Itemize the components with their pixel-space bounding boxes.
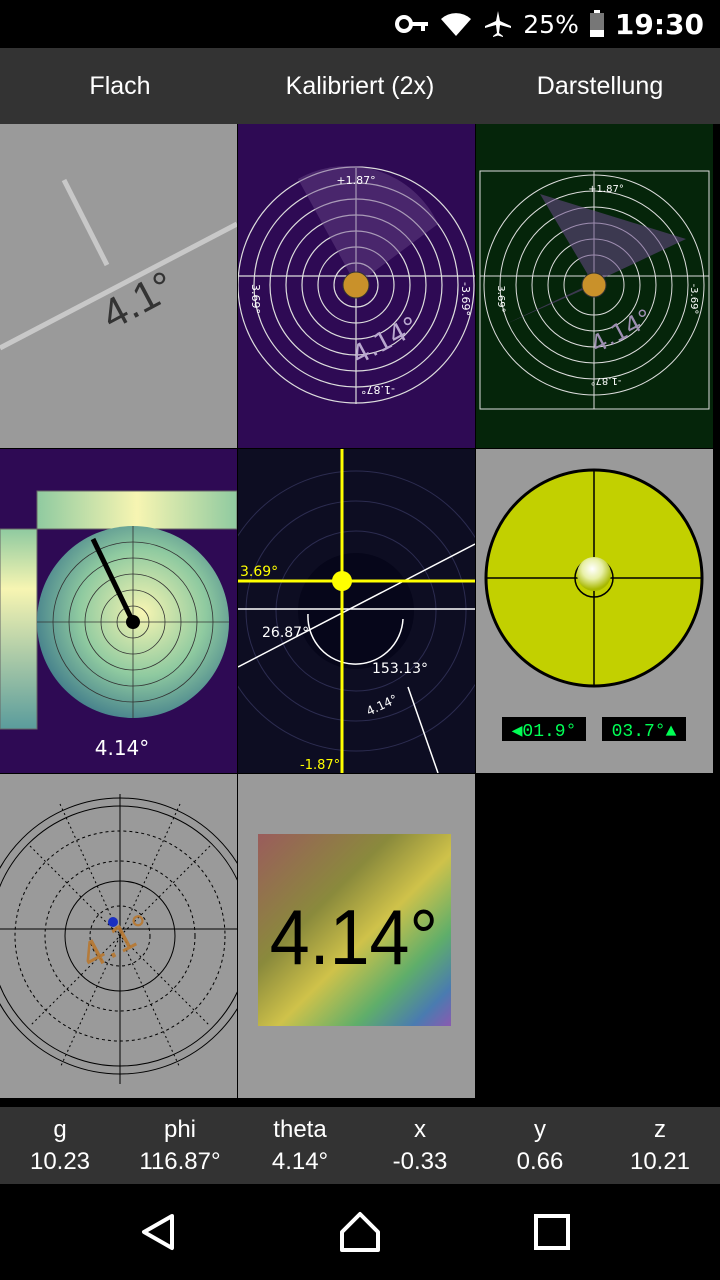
- polar-bottom-label: -1.87°: [361, 383, 395, 396]
- crosshair-point: [332, 571, 352, 591]
- battery-percent: 25%: [523, 9, 579, 39]
- polar-left-label: 3.69°: [495, 285, 506, 312]
- polar-angle: 4.14°: [586, 303, 657, 358]
- tile-flat-level[interactable]: 4.1°: [0, 124, 237, 448]
- crosshair-angle-2: 153.13°: [372, 661, 428, 677]
- tab-darstellung[interactable]: Darstellung: [480, 48, 720, 124]
- reading-value: 10.23: [29, 1147, 91, 1175]
- reading-label: x: [414, 1115, 426, 1143]
- gauge-hub: [126, 615, 140, 629]
- toolbar: Flach Kalibriert (2x) Darstellung: [0, 48, 720, 124]
- back-icon[interactable]: [136, 1208, 184, 1256]
- polar-top-label: +1.87°: [336, 174, 375, 187]
- bubble: [342, 271, 370, 299]
- crosshair-bottom-label: -1.87°: [300, 758, 340, 773]
- tile-crosshair[interactable]: 3.69° 26.87° 153.13° 4.14° -1.87°: [238, 449, 475, 773]
- tab-kalibriert[interactable]: Kalibriert (2x): [240, 48, 480, 124]
- bubble: [581, 272, 607, 298]
- reading-value: -0.33: [392, 1147, 448, 1175]
- polar-right-label: -3.69°: [688, 284, 699, 315]
- tab-flach[interactable]: Flach: [0, 48, 240, 124]
- crosshair-angle-1: 26.87°: [262, 625, 309, 641]
- airplane-icon: [485, 11, 512, 37]
- bubble: [577, 557, 611, 591]
- reading-value: 0.66: [516, 1147, 564, 1175]
- tile-bullseye[interactable]: ◀01.9° 03.7°▲: [476, 449, 713, 773]
- reading-value: 116.87°: [139, 1147, 221, 1175]
- wifi-icon: [441, 13, 472, 36]
- reading-label: g: [53, 1115, 67, 1143]
- status-bar: 25% 19:30: [0, 0, 720, 48]
- reading-label: y: [534, 1115, 546, 1143]
- bullseye-y-readout: 03.7°▲: [612, 722, 677, 742]
- clock: 19:30: [614, 7, 704, 41]
- tile-sphere[interactable]: 4.1°: [0, 774, 237, 1098]
- tile-polar-green[interactable]: +1.87° -1.87° 3.69° -3.69° 4.14°: [476, 124, 713, 448]
- bullseye-x-readout: ◀01.9°: [512, 722, 577, 742]
- readings-bar: g 10.23 phi 116.87° theta 4.14° x -0.33 …: [0, 1107, 720, 1184]
- level-view-grid: 4.1° +1.87° -1.87° 3.69° -3.69° 4.14° +1…: [0, 124, 720, 1098]
- reading-y: y 0.66: [480, 1107, 600, 1184]
- polar-right-label: -3.69°: [459, 282, 472, 316]
- crosshair-y-label: 3.69°: [240, 564, 278, 580]
- tile-rainbow[interactable]: 4.14°: [238, 774, 475, 1098]
- reading-value: 4.14°: [271, 1147, 329, 1175]
- home-icon[interactable]: [336, 1208, 384, 1256]
- reading-g: g 10.23: [0, 1107, 120, 1184]
- reading-x: x -0.33: [360, 1107, 480, 1184]
- recents-icon[interactable]: [528, 1208, 576, 1256]
- rainbow-angle: 4.14°: [270, 893, 438, 980]
- reading-theta: theta 4.14°: [240, 1107, 360, 1184]
- level-needle: [61, 178, 110, 267]
- reading-label: phi: [163, 1115, 197, 1143]
- tile-bubble-gradient[interactable]: 4.14°: [0, 449, 237, 773]
- gauge-angle: 4.14°: [95, 736, 150, 760]
- navigation-bar: [0, 1184, 720, 1280]
- flat-angle: 4.1°: [94, 262, 182, 339]
- polar-bottom-label: -1.87°: [591, 375, 622, 386]
- reading-value: 10.21: [629, 1147, 691, 1175]
- reading-label: theta: [273, 1115, 327, 1143]
- tile-polar-purple[interactable]: +1.87° -1.87° 3.69° -3.69° 4.14°: [238, 124, 475, 448]
- sphere-angle: 4.1°: [74, 907, 160, 979]
- polar-top-label: +1.87°: [588, 184, 624, 195]
- reading-phi: phi 116.87°: [120, 1107, 240, 1184]
- polar-angle: 4.14°: [347, 311, 424, 371]
- key-icon: [395, 15, 429, 33]
- battery-icon: [589, 10, 604, 37]
- reading-z: z 10.21: [600, 1107, 720, 1184]
- reading-label: z: [654, 1115, 666, 1143]
- polar-left-label: 3.69°: [249, 284, 262, 314]
